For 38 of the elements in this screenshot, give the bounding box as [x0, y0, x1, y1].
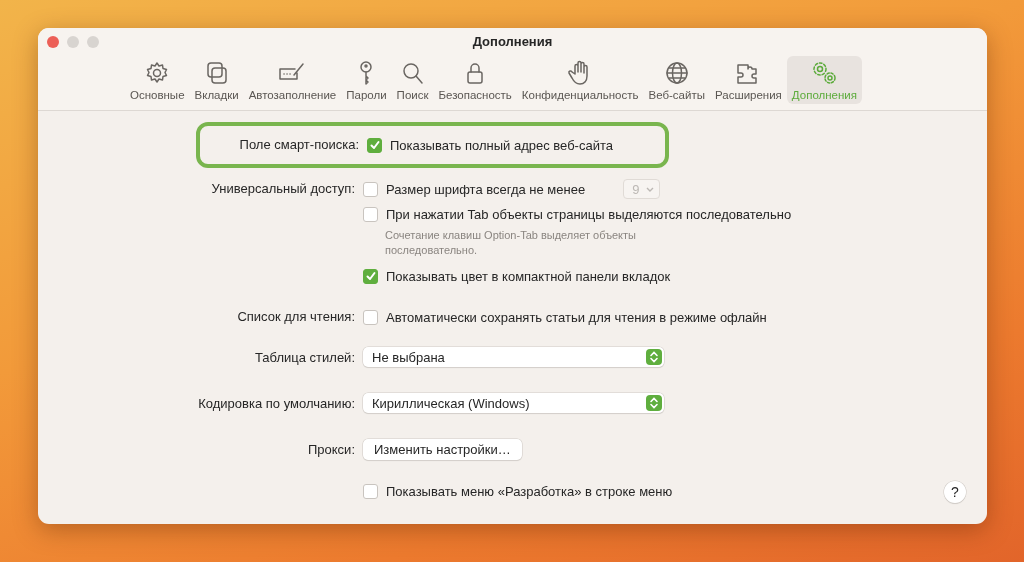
- minimize-button[interactable]: [67, 36, 79, 48]
- setting-label: Кодировка по умолчанию:: [198, 396, 355, 411]
- checkbox-label: При нажатии Tab объекты страницы выделяются последовательно: [386, 206, 792, 222]
- toolbar-tab[interactable]: Расширения: [709, 56, 787, 104]
- checkbox-label: Размер шрифта всегда не менее: [386, 181, 586, 197]
- checkbox-label: Показывать цвет в компактной панели вкладок: [386, 268, 671, 284]
- help-button[interactable]: ?: [944, 481, 966, 503]
- toolbar-tab[interactable]: Вкладки: [189, 56, 244, 104]
- window-title: Дополнения: [472, 34, 553, 50]
- toolbar-tab[interactable]: Конфиденциальность: [516, 56, 644, 104]
- checkbox[interactable]: [363, 483, 378, 499]
- change-settings-button[interactable]: Изменить настройки…: [363, 439, 522, 460]
- checkbox[interactable]: [367, 137, 382, 153]
- checkbox[interactable]: [363, 309, 378, 325]
- popup-menu[interactable]: Не выбрана: [363, 347, 664, 367]
- popup-menu[interactable]: Кириллическая (Windows): [363, 393, 664, 413]
- checkbox-label: Показывать полный адрес веб-сайта: [390, 137, 613, 153]
- toolbar-tab[interactable]: Основные: [124, 56, 190, 104]
- checkbox[interactable]: [363, 181, 378, 197]
- close-button[interactable]: [47, 36, 59, 48]
- checkbox-label: Показывать меню «Разработка» в строке меню: [386, 483, 673, 499]
- toolbar-tab[interactable]: Поиск: [391, 56, 434, 104]
- setting-label: Универсальный доступ:: [211, 181, 355, 196]
- setting-label: Поле смарт-поиска:: [239, 137, 359, 152]
- toolbar-tab[interactable]: Безопасность: [433, 56, 517, 104]
- setting-label: Таблица стилей:: [255, 350, 355, 365]
- toolbar-tab[interactable]: Автозаполнение: [243, 56, 342, 104]
- hint-text: Сочетание клавиш Option-Tab выделяет объекты последовательно.: [385, 228, 637, 258]
- up-down-arrows-icon: [646, 349, 662, 365]
- zoom-button[interactable]: [87, 36, 99, 48]
- setting-label: Список для чтения:: [237, 309, 355, 324]
- checkbox-label: Автоматически сохранять статьи для чтения в режиме офлайн: [386, 309, 767, 325]
- checkbox[interactable]: [363, 206, 378, 222]
- setting-label: Прокси:: [308, 442, 355, 457]
- toolbar-tab[interactable]: Пароли: [341, 56, 392, 104]
- checkbox[interactable]: [363, 268, 378, 284]
- up-down-arrows-icon: [646, 395, 662, 411]
- toolbar-tab[interactable]: Веб-сайты: [643, 56, 710, 104]
